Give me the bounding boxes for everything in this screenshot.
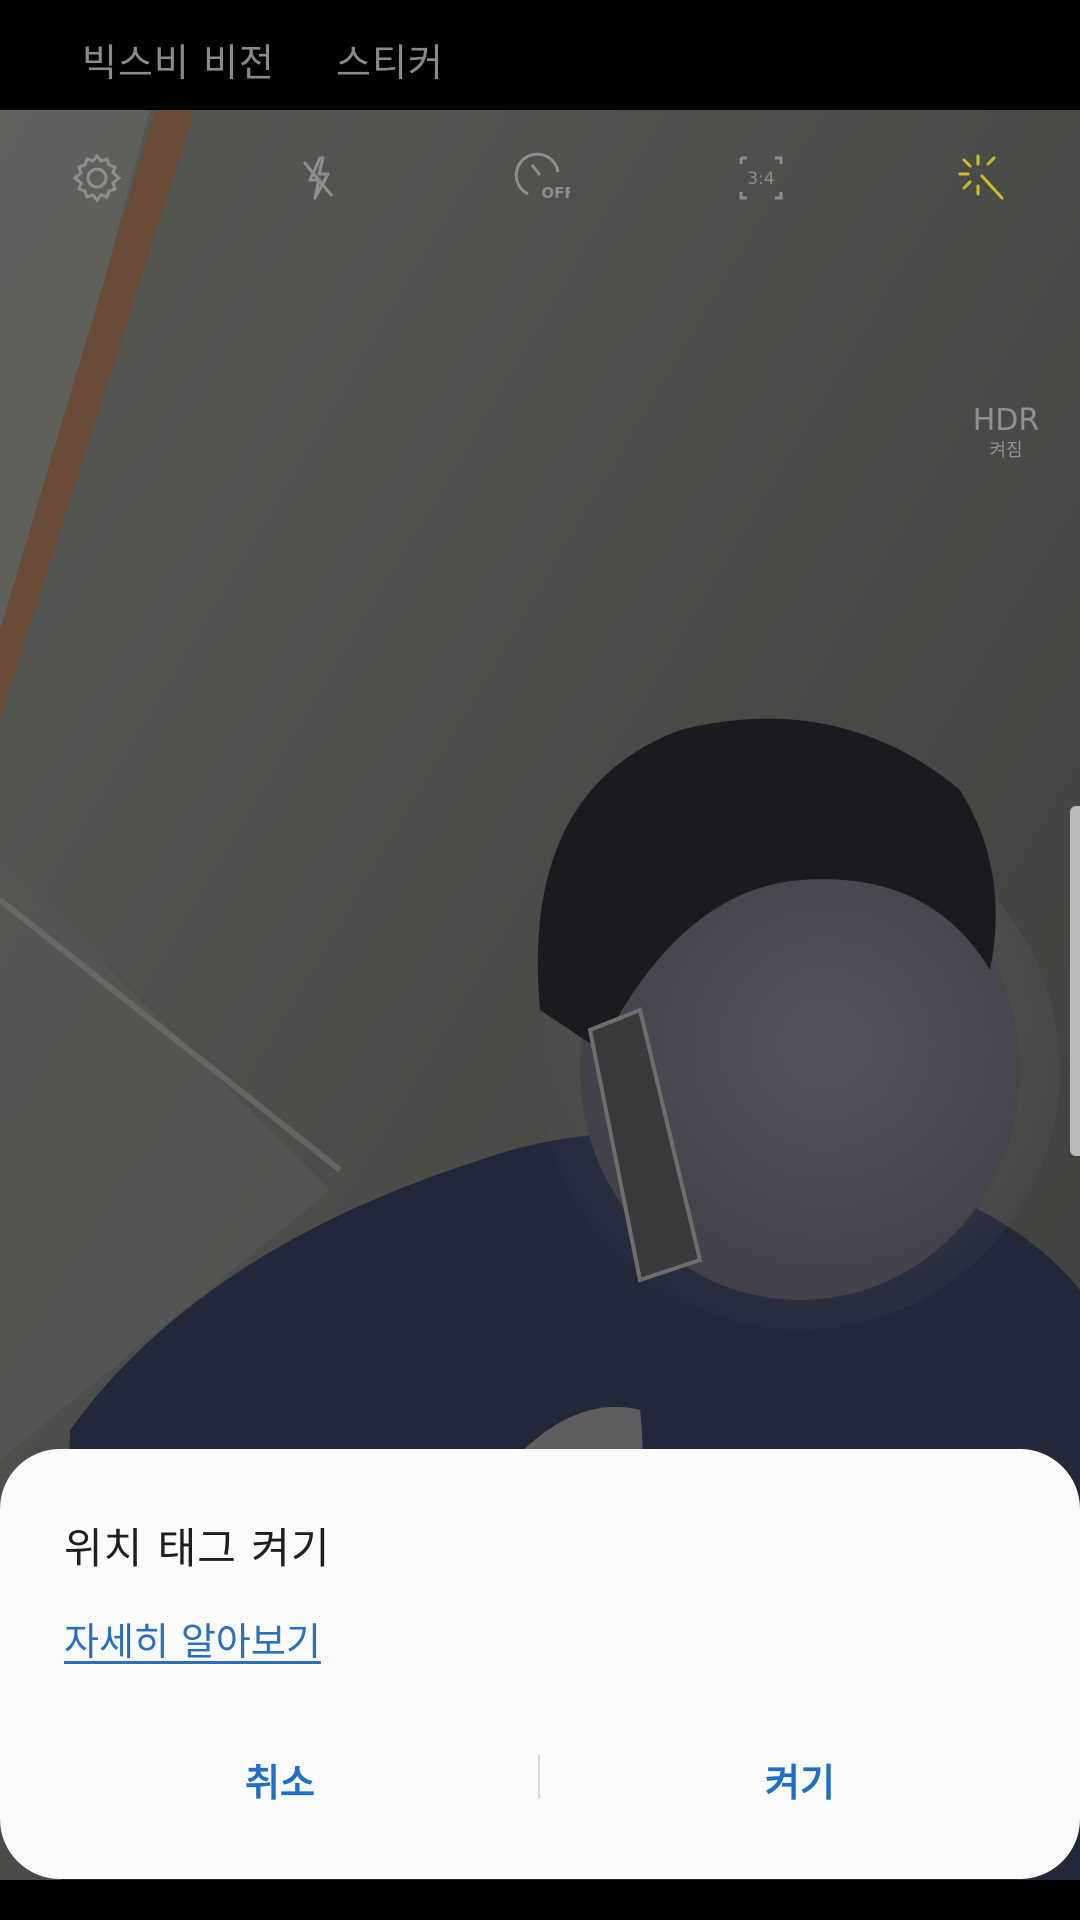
location-tag-dialog: 위치 태그 켜기 자세히 알아보기 취소 켜기: [0, 1449, 1080, 1879]
settings-icon: [72, 153, 122, 203]
dialog-button-divider: [538, 1755, 540, 1799]
hdr-label: HDR: [972, 403, 1040, 438]
mode-bar: 빅스비 비전 스티커: [0, 0, 1080, 110]
settings-button[interactable]: [57, 138, 137, 218]
timer-off-text: OFF: [541, 184, 570, 202]
flash-off-icon: [302, 156, 334, 200]
hdr-indicator[interactable]: HDR 켜짐: [966, 404, 1046, 462]
timer-button[interactable]: OFF: [500, 138, 580, 218]
dialog-title: 위치 태그 켜기: [64, 1524, 331, 1573]
camera-app: 빅스비 비전 스티커 OFF 3:4 HDR 켜짐 위치 태그 켜기 자세히 알…: [0, 0, 1080, 1920]
hdr-status: 켜짐: [989, 440, 1023, 461]
aspect-ratio-button[interactable]: 3:4: [721, 138, 801, 218]
cancel-button[interactable]: 취소: [30, 1739, 530, 1819]
flash-button[interactable]: [278, 138, 358, 218]
quick-settings-bar: OFF 3:4: [0, 110, 1080, 240]
effects-icon: [958, 154, 1004, 200]
aspect-ratio-icon: 3:4: [739, 156, 783, 200]
turn-on-button[interactable]: 켜기: [550, 1739, 1050, 1819]
aspect-ratio-text: 3:4: [747, 169, 774, 189]
learn-more-link[interactable]: 자세히 알아보기: [64, 1611, 321, 1666]
bottom-strip: [0, 1880, 1080, 1920]
edge-panel-handle[interactable]: [1070, 806, 1080, 1156]
bixby-vision-tab[interactable]: 빅스비 비전: [82, 32, 275, 87]
timer-off-icon: OFF: [514, 152, 570, 202]
effects-button[interactable]: [942, 138, 1022, 218]
sticker-tab[interactable]: 스티커: [336, 32, 444, 87]
